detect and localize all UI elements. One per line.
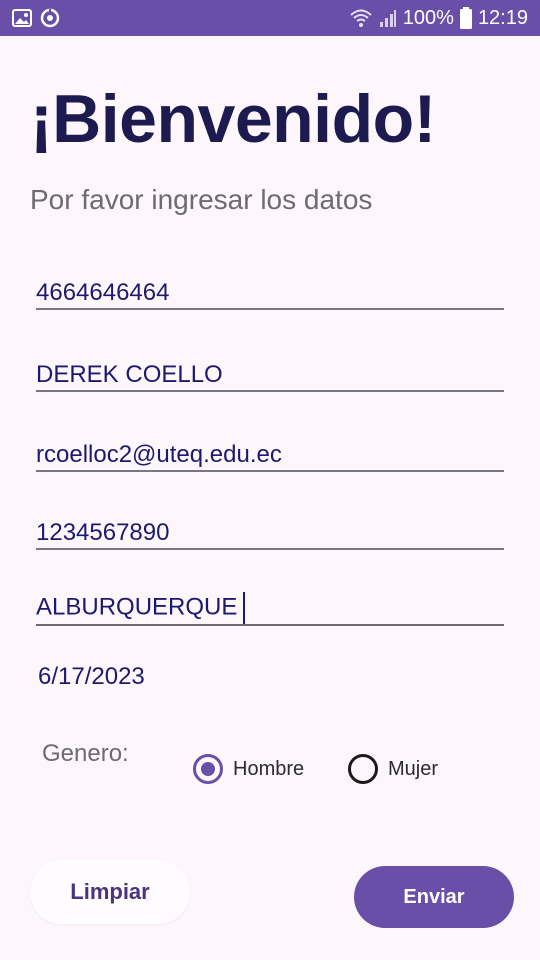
city-field-text: ALBURQUERQUE [36,593,238,621]
clock: 12:19 [477,6,528,29]
id-field[interactable]: 1234567890 [36,518,504,550]
radio-mujer[interactable] [348,754,378,784]
email-field[interactable]: rcoelloc2@uteq.edu.ec [36,440,504,472]
image-icon [12,9,32,27]
radio-hombre-label: Hombre [233,757,305,780]
city-field-value: ALBURQUERQUE [36,592,504,624]
id-field-value: 1234567890 [36,519,170,546]
text-cursor [243,592,246,624]
radio-hombre[interactable] [193,754,223,784]
status-bar: 100% 12:19 [0,0,540,36]
status-left [12,8,60,28]
date-field[interactable]: 6/17/2023 [38,663,145,691]
name-field[interactable]: DEREK COELLO [36,360,504,392]
radio-option-hombre[interactable]: Hombre [193,754,304,784]
phone-field[interactable]: 4664646464 [36,278,504,310]
battery-percent: 100% [402,6,454,29]
send-button[interactable]: Enviar [354,866,514,928]
sync-icon [40,8,60,28]
name-field-value: DEREK COELLO [36,361,223,388]
wifi-icon [349,8,373,28]
gender-label: Genero: [42,740,129,767]
phone-field-value: 4664646464 [36,279,170,306]
radio-mujer-label: Mujer [388,757,439,780]
page-subtitle: Por favor ingresar los datos [30,184,373,215]
email-field-value: rcoelloc2@uteq.edu.ec [36,441,282,468]
signal-icon [379,8,397,28]
clear-button[interactable]: Limpiar [30,860,190,924]
radio-option-mujer[interactable]: Mujer [348,754,438,784]
battery-icon [459,7,472,29]
status-right: 100% 12:19 [349,7,528,30]
city-field[interactable]: ALBURQUERQUE [36,592,504,626]
page-title: ¡Bienvenido! [30,81,436,157]
